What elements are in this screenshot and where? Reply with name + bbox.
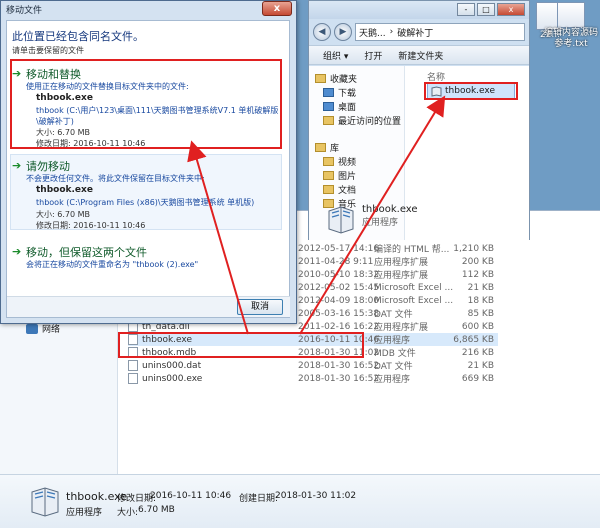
arrow-to-target (299, 95, 446, 335)
arrow-to-option (187, 140, 249, 335)
annotation-arrows (187, 95, 446, 335)
